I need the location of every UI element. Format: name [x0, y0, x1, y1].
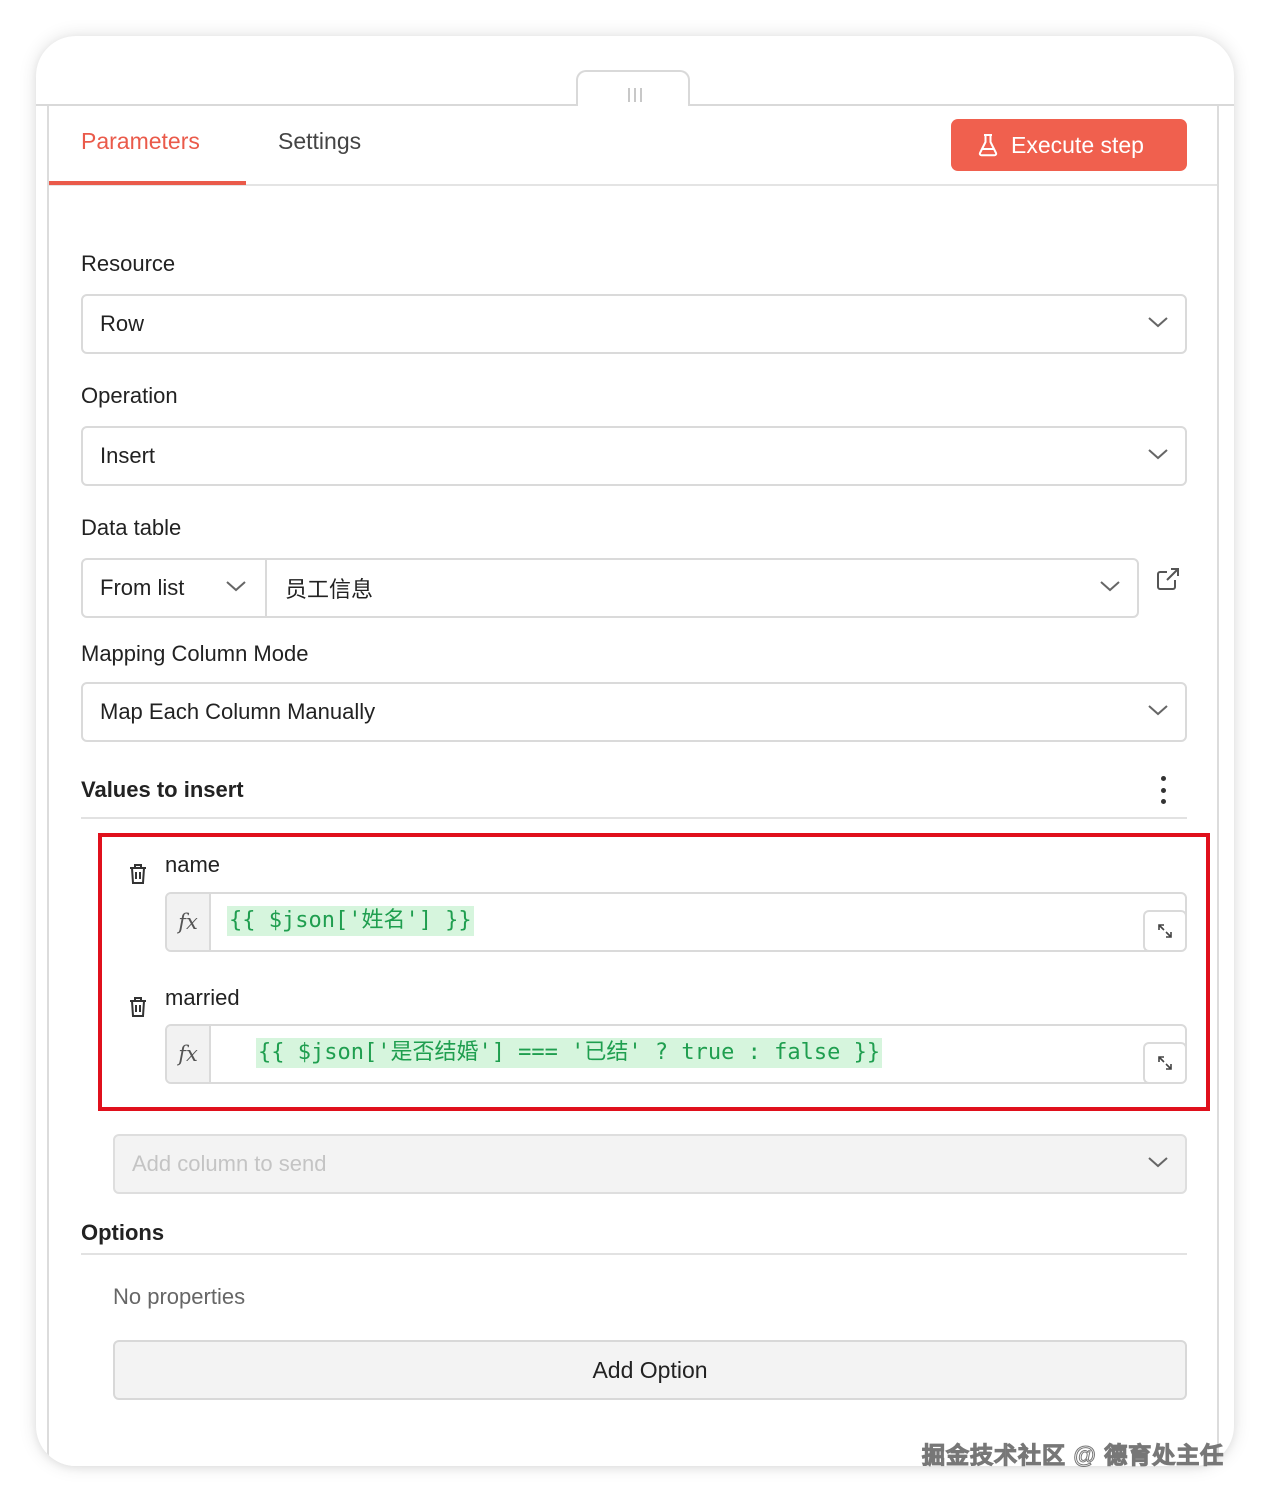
expression-code: {{ $json['是否结婚'] === '已结' ? true : false… — [256, 1038, 883, 1068]
data-table-label: Data table — [81, 515, 182, 540]
operation-label: Operation — [81, 383, 178, 408]
tabs-bar: Parameters Settings Execute step — [49, 106, 1217, 186]
operation-value: Insert — [100, 443, 156, 468]
flask-icon — [978, 134, 998, 157]
chevron-down-icon — [1100, 581, 1120, 592]
values-section-title: Values to insert — [81, 777, 244, 802]
add-column-select[interactable]: Add column to send — [113, 1134, 1187, 1194]
tab-settings[interactable]: Settings — [278, 128, 361, 155]
trash-icon[interactable] — [127, 862, 149, 886]
data-table-mode-select[interactable]: From list — [83, 560, 267, 616]
no-properties-text: No properties — [113, 1284, 246, 1309]
data-table-mode-value: From list — [100, 575, 185, 600]
values-divider — [81, 817, 1187, 819]
chevron-down-icon — [1148, 1157, 1168, 1168]
execute-step-button[interactable]: Execute step — [951, 119, 1187, 171]
resource-label: Resource — [81, 251, 176, 276]
chevron-down-icon — [1148, 449, 1168, 460]
expand-icon — [1158, 924, 1172, 938]
resource-select[interactable]: Row — [81, 294, 1187, 354]
watermark: 掘金技术社区 @ 德育处主任 — [921, 1442, 1225, 1469]
execute-step-label: Execute step — [1011, 131, 1144, 158]
data-table-selector: From list 员工信息 — [81, 558, 1139, 618]
fx-icon: fx — [167, 1026, 211, 1082]
expression-input[interactable]: fx {{ $json['姓名'] }} — [165, 892, 1187, 952]
add-column-placeholder: Add column to send — [132, 1151, 327, 1176]
expand-icon — [1158, 1056, 1172, 1070]
resource-value: Row — [100, 311, 145, 336]
node-panel-card: Parameters Settings Execute step Resourc… — [36, 36, 1234, 1466]
add-option-button[interactable]: Add Option — [113, 1340, 1187, 1400]
data-table-value-select[interactable]: 员工信息 — [267, 560, 1137, 616]
fx-icon: fx — [167, 894, 211, 950]
parameters-panel: Parameters Settings Execute step Resourc… — [47, 106, 1219, 1466]
tab-parameters[interactable]: Parameters — [81, 128, 200, 155]
expression-input[interactable]: fx {{ $json['是否结婚'] === '已结' ? true : fa… — [165, 1024, 1187, 1084]
expression-code: {{ $json['姓名'] }} — [227, 906, 474, 936]
field-married-label: married — [165, 985, 240, 1010]
chevron-down-icon — [1148, 705, 1168, 716]
operation-select[interactable]: Insert — [81, 426, 1187, 486]
options-section-title: Options — [81, 1220, 165, 1245]
field-name-label: name — [165, 852, 221, 877]
mapping-mode-label: Mapping Column Mode — [81, 641, 309, 666]
more-options-icon[interactable] — [1157, 776, 1169, 804]
mapping-mode-select[interactable]: Map Each Column Manually — [81, 682, 1187, 742]
data-table-value: 员工信息 — [285, 577, 374, 602]
mapping-mode-value: Map Each Column Manually — [100, 699, 376, 724]
grip-icon — [628, 88, 642, 102]
drag-handle[interactable] — [576, 70, 690, 110]
active-tab-indicator — [49, 181, 246, 185]
expand-editor-button[interactable] — [1143, 1042, 1185, 1082]
options-divider — [81, 1253, 1187, 1255]
expand-editor-button[interactable] — [1143, 910, 1185, 950]
chevron-down-icon — [226, 581, 246, 592]
external-link-icon[interactable] — [1155, 566, 1181, 592]
trash-icon[interactable] — [127, 995, 149, 1019]
chevron-down-icon — [1148, 317, 1168, 328]
